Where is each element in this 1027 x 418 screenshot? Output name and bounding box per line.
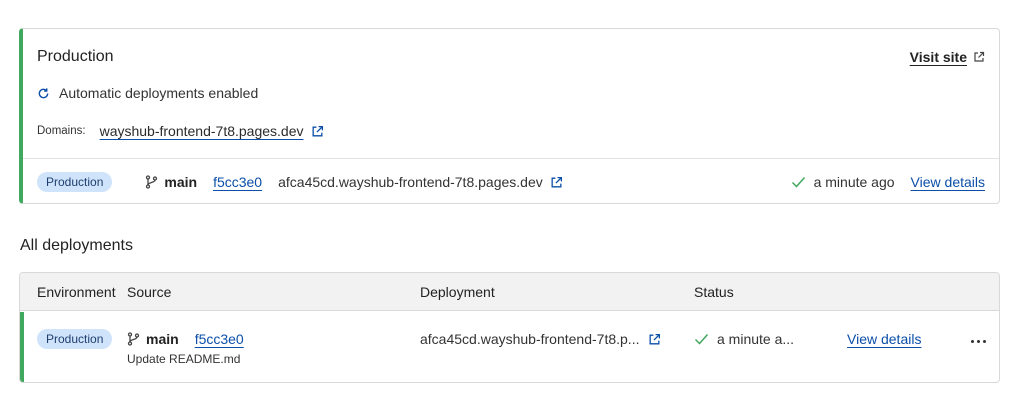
auto-deploy-label: Automatic deployments enabled	[59, 85, 259, 101]
domains-label: Domains:	[37, 125, 86, 137]
column-environment: Environment	[37, 284, 116, 300]
production-card: Production Visit site Automatic deployme…	[19, 28, 1000, 204]
deployment-status: a minute ago	[791, 174, 895, 190]
domain-link[interactable]: wayshub-frontend-7t8.pages.dev	[100, 123, 304, 139]
deployment-cell: afca45cd.wayshub-frontend-7t8.p...	[420, 331, 661, 347]
production-title: Production	[37, 48, 114, 65]
source-cell: main f5cc3e0 Update README.md	[127, 331, 244, 366]
check-icon	[694, 334, 709, 345]
view-details-link[interactable]: View details	[847, 331, 921, 347]
external-link-icon[interactable]	[311, 125, 324, 138]
card-divider	[23, 158, 999, 159]
commit-message: Update README.md	[127, 352, 241, 366]
check-icon	[791, 177, 805, 188]
branch: main	[145, 174, 197, 190]
deployment-url: afca45cd.wayshub-frontend-7t8.p...	[420, 331, 640, 347]
status-cell: a minute a...	[694, 331, 794, 347]
refresh-icon	[38, 87, 49, 98]
visit-site-label: Visit site	[909, 49, 967, 65]
environment-badge: Production	[37, 172, 113, 192]
deployments-table: Environment Source Deployment Status Pro…	[19, 272, 1000, 383]
branch-name: main	[146, 331, 179, 347]
external-link-icon[interactable]	[550, 176, 563, 189]
external-link-icon	[974, 51, 985, 62]
status-time: a minute a...	[717, 331, 795, 347]
column-deployment: Deployment	[420, 284, 495, 300]
more-icon[interactable]	[969, 338, 988, 345]
external-link-icon[interactable]	[648, 333, 661, 346]
view-details-link[interactable]: View details	[911, 174, 985, 190]
table-header: Environment Source Deployment Status	[20, 273, 999, 311]
deployment-url: afca45cd.wayshub-frontend-7t8.pages.dev	[278, 174, 543, 190]
environment-badge: Production	[37, 329, 113, 349]
environment-cell: Production	[37, 329, 113, 349]
table-row: Production main f5cc3e0 Update README.md…	[20, 312, 999, 382]
visit-site-link[interactable]: Visit site	[910, 49, 985, 65]
all-deployments-title: All deployments	[20, 237, 133, 254]
latest-deployment-row: Production main f5cc3e0 afca45cd.wayshub…	[37, 170, 985, 194]
commit-hash-link[interactable]: f5cc3e0	[195, 331, 244, 347]
branch-icon	[127, 332, 140, 346]
commit-hash-link[interactable]: f5cc3e0	[213, 174, 262, 190]
branch-name: main	[164, 174, 198, 190]
column-status: Status	[694, 284, 734, 300]
branch-icon	[146, 175, 158, 189]
domains-row: Domains: wayshub-frontend-7t8.pages.dev	[37, 123, 324, 139]
column-source: Source	[127, 284, 172, 300]
branch: main	[127, 331, 179, 347]
auto-deploy-status: Automatic deployments enabled	[37, 85, 258, 101]
status-time: a minute ago	[813, 174, 895, 190]
